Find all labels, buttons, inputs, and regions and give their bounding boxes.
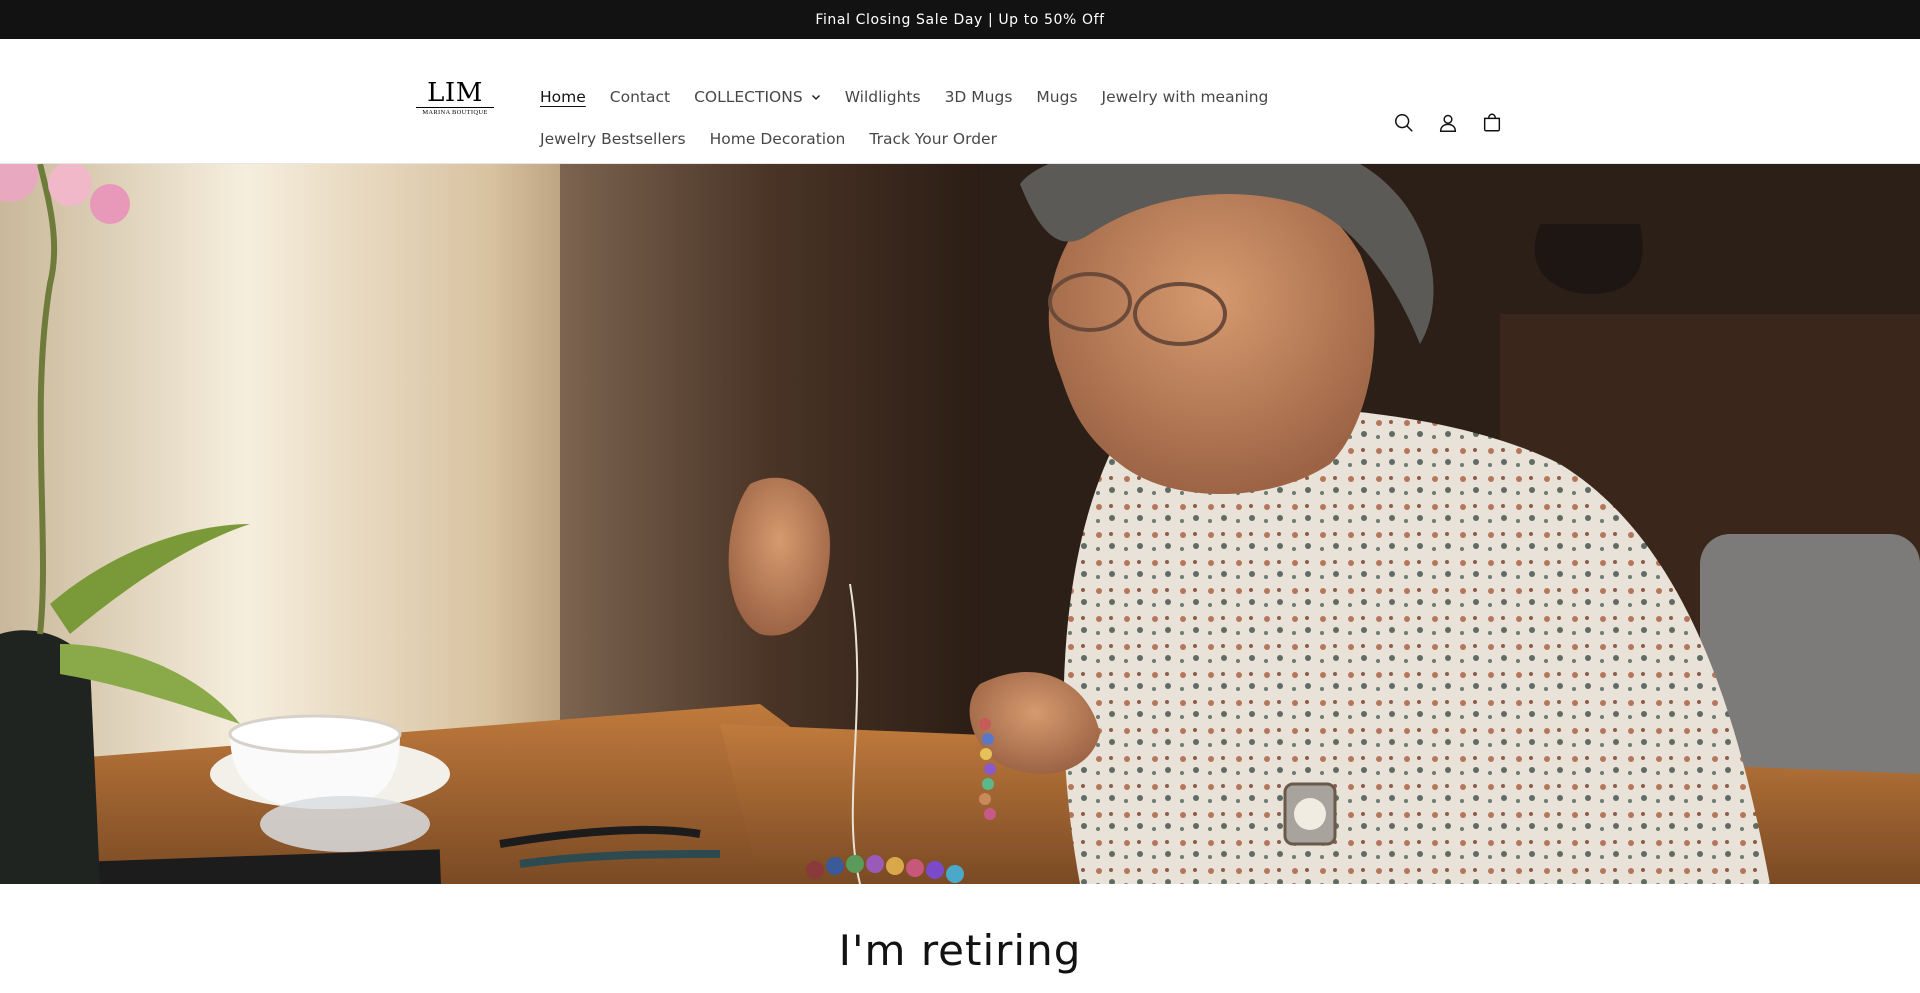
nav-item-jewelry-with-meaning[interactable]: Jewelry with meaning bbox=[1090, 88, 1281, 106]
content-section: I'm retiring bbox=[0, 884, 1920, 993]
nav-item-label: Home bbox=[540, 88, 586, 106]
nav-item-label: Mugs bbox=[1036, 88, 1078, 106]
nav-item-label: COLLECTIONS bbox=[694, 88, 803, 106]
logo-main-text: LIM bbox=[416, 80, 494, 108]
hero-banner[interactable] bbox=[0, 164, 1920, 884]
nav-item-home-decoration[interactable]: Home Decoration bbox=[698, 130, 858, 148]
nav-row-2: Jewelry Bestsellers Home Decoration Trac… bbox=[528, 118, 1009, 160]
nav-item-label: Jewelry Bestsellers bbox=[540, 130, 686, 148]
nav-item-jewelry-bestsellers[interactable]: Jewelry Bestsellers bbox=[528, 130, 698, 148]
logo-sub-text: MARINA BOUTIQUE bbox=[422, 109, 488, 116]
section-heading: I'm retiring bbox=[838, 926, 1082, 975]
announcement-bar: Final Closing Sale Day | Up to 50% Off bbox=[0, 0, 1920, 39]
chevron-down-icon bbox=[811, 95, 820, 100]
nav-item-label: Track Your Order bbox=[869, 130, 997, 148]
nav-item-label: 3D Mugs bbox=[944, 88, 1013, 106]
nav-item-track-order[interactable]: Track Your Order bbox=[857, 130, 1009, 148]
logo[interactable]: LIM MARINA BOUTIQUE bbox=[416, 80, 494, 120]
nav-item-label: Home Decoration bbox=[709, 130, 846, 148]
search-icon bbox=[1395, 114, 1413, 132]
cart-icon bbox=[1483, 113, 1501, 132]
nav-item-label: Contact bbox=[609, 88, 671, 106]
account-icon bbox=[1439, 114, 1457, 132]
cart-button[interactable] bbox=[1474, 105, 1510, 141]
header-icons bbox=[1386, 113, 1510, 141]
account-button[interactable] bbox=[1430, 105, 1466, 141]
nav-item-label: Wildlights bbox=[844, 88, 921, 106]
nav-item-home[interactable]: Home bbox=[528, 88, 598, 106]
hero-image bbox=[0, 164, 1920, 884]
nav-item-mugs[interactable]: Mugs bbox=[1024, 88, 1089, 106]
nav-row-1: Home Contact COLLECTIONS Wildlights 3D M… bbox=[528, 76, 1280, 118]
search-button[interactable] bbox=[1386, 105, 1422, 141]
nav-item-wildlights[interactable]: Wildlights bbox=[833, 88, 933, 106]
nav-item-label: Jewelry with meaning bbox=[1101, 88, 1269, 106]
nav-item-collections[interactable]: COLLECTIONS bbox=[682, 88, 833, 106]
nav-item-contact[interactable]: Contact bbox=[598, 88, 682, 106]
announcement-text: Final Closing Sale Day | Up to 50% Off bbox=[815, 11, 1105, 28]
nav-item-3d-mugs[interactable]: 3D Mugs bbox=[933, 88, 1025, 106]
site-header: LIM MARINA BOUTIQUE Home Contact COLLECT… bbox=[0, 39, 1920, 164]
